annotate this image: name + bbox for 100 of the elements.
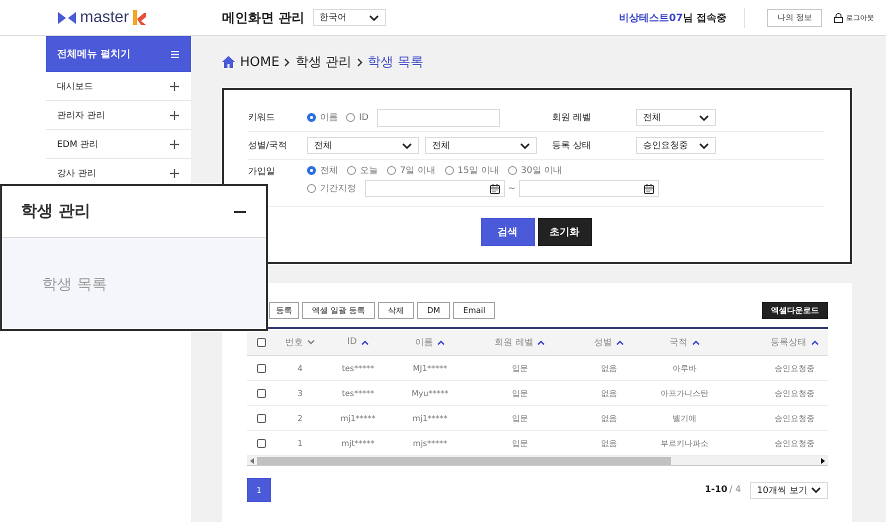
breadcrumb-link[interactable]: HOME <box>240 54 280 70</box>
radio-button[interactable] <box>307 166 316 175</box>
lock-icon <box>834 12 843 22</box>
action-button[interactable]: 등록 <box>269 302 299 319</box>
table-cell: 없음 <box>601 362 617 374</box>
checkbox[interactable] <box>256 338 266 346</box>
checkbox[interactable] <box>256 388 266 398</box>
action-button[interactable]: 삭제 <box>378 302 414 319</box>
radio-label: 전체 <box>320 165 338 177</box>
radio-button[interactable] <box>347 166 356 175</box>
radio-label: 30일 이내 <box>520 165 562 177</box>
checkbox[interactable] <box>256 414 266 422</box>
field-label: 키워드 <box>248 112 276 124</box>
horizontal-scrollbar[interactable] <box>247 456 828 466</box>
dropdown[interactable]: 전체 <box>307 137 419 154</box>
field-label: 성별/국적 <box>248 140 288 152</box>
chevron-down-icon <box>699 114 709 120</box>
chevron-down-icon <box>699 142 709 148</box>
menu-toggle[interactable]: 전체메뉴 펼치기 <box>46 36 191 72</box>
radio-label: 오늘 <box>360 165 378 177</box>
radio-label: 이름 <box>320 112 338 124</box>
table-cell: Myu***** <box>412 388 448 398</box>
table-cell: 아프가니스탄 <box>660 388 708 398</box>
sidebar-item-label: 강사 관리 <box>57 168 96 180</box>
table-cell: 4 <box>297 364 303 372</box>
sidebar-item-label: EDM 관리 <box>57 138 98 150</box>
table-cell: 아루바 <box>672 362 696 374</box>
chevron-right-icon <box>284 58 290 66</box>
date-field[interactable] <box>365 180 505 197</box>
action-button[interactable]: Email <box>453 302 496 319</box>
reset-button[interactable]: 초기화 <box>538 218 592 246</box>
table-cell: 없음 <box>601 388 617 398</box>
field-label: 등록 상태 <box>552 140 592 152</box>
sidebar-item-label: 대시보드 <box>57 80 93 92</box>
table-cell: 입문 <box>512 362 528 374</box>
radio-button[interactable] <box>307 113 316 122</box>
chevron-right-icon <box>356 58 363 66</box>
keyword-field[interactable] <box>376 108 500 126</box>
scroll-right-icon <box>821 458 825 464</box>
dropdown[interactable]: 전체 <box>425 137 537 154</box>
table-cell: mjt***** <box>341 438 375 448</box>
table-cell: 부르키나파소 <box>660 438 708 448</box>
result-range: 1-10 <box>704 485 728 495</box>
table-cell: 없음 <box>601 438 617 448</box>
action-button[interactable]: DM <box>417 302 450 319</box>
table-cell: 입문 <box>512 438 528 448</box>
action-button[interactable]: 엑셀 일괄 등록 <box>302 302 376 319</box>
menu-toggle-label: 전체메뉴 펼치기 <box>57 48 130 61</box>
search-button[interactable]: 검색 <box>480 218 534 246</box>
table-cell: 1 <box>297 438 303 448</box>
logo-text: master <box>80 8 129 26</box>
field-label: 회원 레벨 <box>552 112 592 124</box>
table-cell: 3 <box>297 388 303 398</box>
range-separator: ~ <box>508 184 516 194</box>
page-button[interactable]: 1 <box>247 478 271 502</box>
calendar-icon <box>644 184 654 194</box>
table-cell: mjs***** <box>412 438 448 448</box>
radio-button[interactable] <box>508 166 517 175</box>
radio-label: 15일 이내 <box>458 165 499 177</box>
page-title: 메인화면 관리 <box>222 10 305 26</box>
radio-label: 기간지정 <box>320 183 356 195</box>
table-cell: 승인요청중 <box>774 362 814 374</box>
table-cell: tes***** <box>342 364 374 372</box>
table-cell: 승인요청중 <box>774 438 814 448</box>
scroll-left-icon <box>250 458 254 464</box>
result-total: / 4 <box>729 485 741 495</box>
table-cell: 입문 <box>512 388 528 398</box>
breadcrumb-link[interactable]: 학생 목록 <box>368 53 424 71</box>
callout-menu-label: 학생 관리 <box>21 201 91 222</box>
my-info-button[interactable]: 나의 정보 <box>767 8 822 26</box>
chevron-down-icon <box>520 142 530 148</box>
checkbox[interactable] <box>256 438 266 448</box>
excel-download-button[interactable]: 엑셀다운로드 <box>762 302 828 319</box>
table-cell: tes***** <box>342 388 374 398</box>
dropdown[interactable]: 전체 <box>636 109 716 126</box>
radio-button[interactable] <box>307 184 316 193</box>
dropdown[interactable]: 10개씩 보기 <box>750 482 828 498</box>
table-cell: 승인요청중 <box>774 412 814 424</box>
table-cell: MJ1***** <box>412 364 448 372</box>
table-cell: 벨기에 <box>672 412 696 424</box>
logo-k-icon <box>132 10 146 25</box>
breadcrumb-link[interactable]: 학생 관리 <box>295 53 352 71</box>
table-cell: 입문 <box>512 412 528 424</box>
calendar-icon <box>490 184 500 194</box>
table-cell: mj1***** <box>340 414 376 422</box>
radio-label: 7일 이내 <box>400 165 436 177</box>
chevron-down-icon <box>402 142 412 148</box>
dropdown[interactable]: 한국어 <box>312 9 386 26</box>
home-icon <box>222 56 235 68</box>
radio-button[interactable] <box>444 166 454 175</box>
date-field[interactable] <box>518 180 659 197</box>
table-cell: mj1***** <box>412 414 448 422</box>
radio-button[interactable] <box>387 166 396 175</box>
sidebar-item-label: 관리자 관리 <box>57 110 105 122</box>
table-cell: 없음 <box>601 412 617 424</box>
radio-button[interactable] <box>346 113 355 122</box>
radio-label: ID <box>359 112 369 122</box>
dropdown[interactable]: 승인요청중 <box>636 137 716 154</box>
field-label: 가입일 <box>248 166 276 178</box>
checkbox[interactable] <box>256 364 266 372</box>
